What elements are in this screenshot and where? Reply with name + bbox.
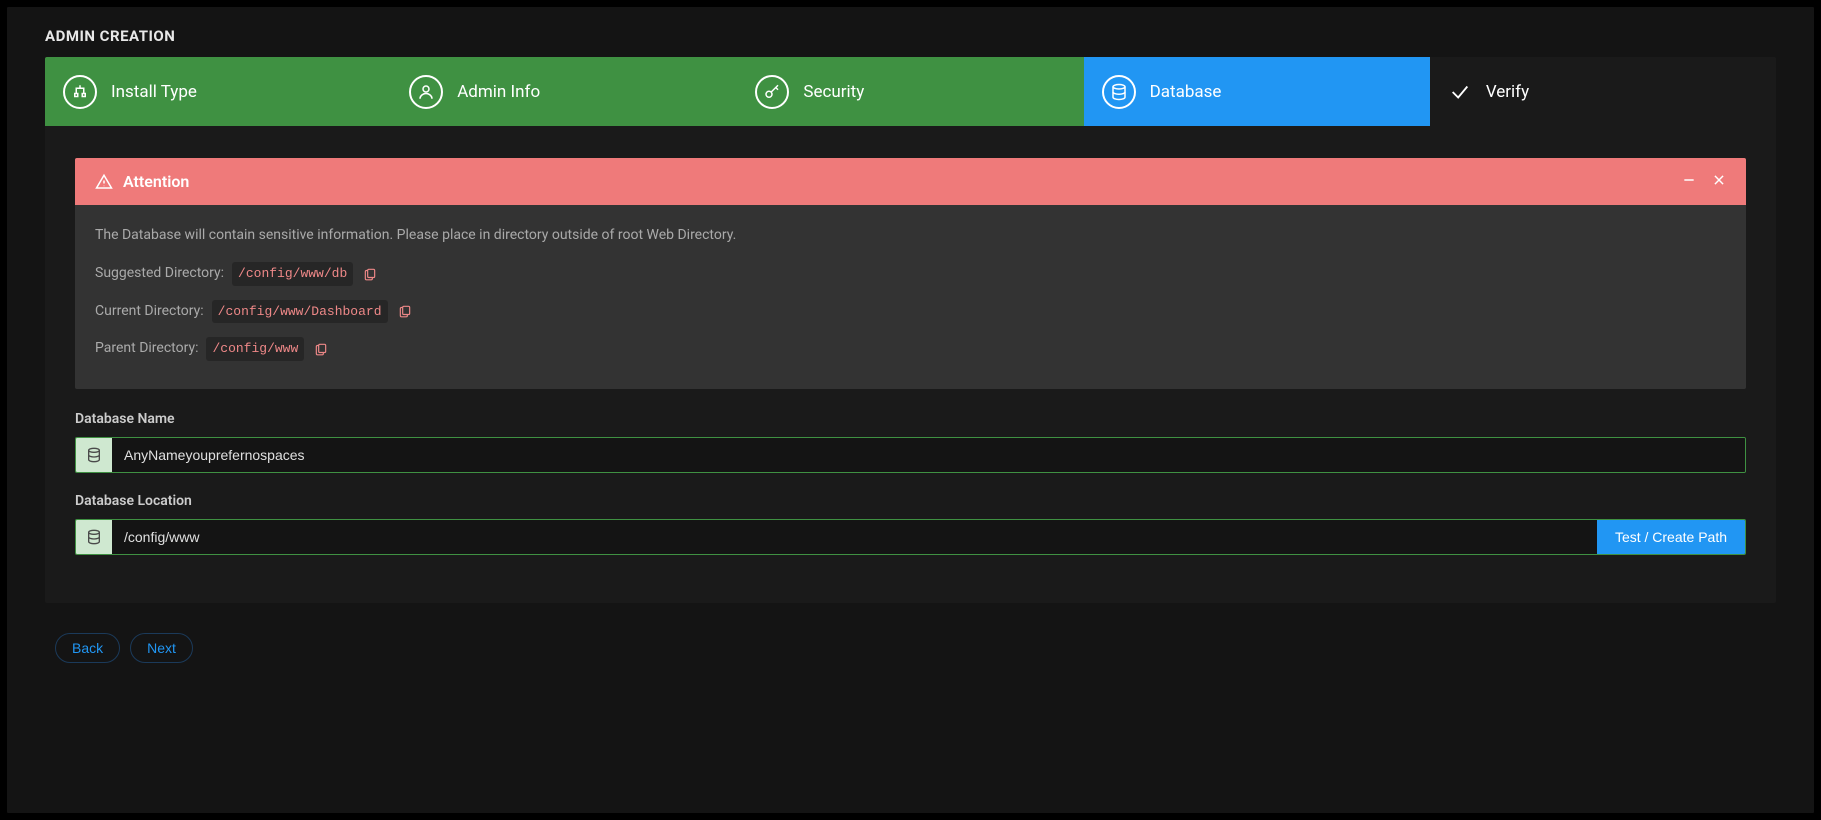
step-admin-info[interactable]: Admin Info: [391, 57, 737, 126]
parent-directory-row: Parent Directory: /config/www: [95, 337, 1726, 361]
install-type-icon: [63, 75, 97, 109]
database-name-input[interactable]: [112, 438, 1745, 472]
database-location-label: Database Location: [75, 493, 1746, 509]
parent-path: /config/www: [206, 337, 304, 361]
clipboard-icon[interactable]: [398, 304, 412, 318]
minimize-icon[interactable]: [1682, 172, 1696, 191]
step-security[interactable]: Security: [737, 57, 1083, 126]
database-icon: [76, 438, 112, 472]
step-label: Verify: [1486, 82, 1529, 102]
alert-message: The Database will contain sensitive info…: [95, 225, 1726, 246]
database-location-group: Database Location Test / Create Path: [75, 493, 1746, 555]
next-button[interactable]: Next: [130, 633, 193, 663]
suggested-label: Suggested Directory:: [95, 263, 224, 284]
alert-title: Attention: [123, 172, 189, 191]
clipboard-icon[interactable]: [363, 267, 377, 281]
app-frame: ADMIN CREATION Install Type Admin Info S…: [6, 6, 1815, 814]
suggested-path: /config/www/db: [232, 262, 353, 286]
suggested-directory-row: Suggested Directory: /config/www/db: [95, 262, 1726, 286]
alert-body: The Database will contain sensitive info…: [75, 205, 1746, 389]
back-button[interactable]: Back: [55, 633, 120, 663]
user-icon: [409, 75, 443, 109]
step-label: Security: [803, 82, 864, 102]
alert-actions: [1682, 172, 1726, 191]
step-database[interactable]: Database: [1084, 57, 1430, 126]
database-name-input-group: [75, 437, 1746, 473]
step-label: Database: [1150, 82, 1222, 102]
database-icon: [76, 520, 112, 554]
current-directory-row: Current Directory: /config/www/Dashboard: [95, 300, 1726, 324]
database-name-label: Database Name: [75, 411, 1746, 427]
wizard-card: Install Type Admin Info Security Databas…: [45, 57, 1776, 603]
clipboard-icon[interactable]: [314, 342, 328, 356]
content-area: Attention The Database will contain sens…: [45, 126, 1776, 603]
footer-buttons: Back Next: [45, 633, 1776, 663]
step-verify[interactable]: Verify: [1430, 57, 1776, 126]
database-icon: [1102, 75, 1136, 109]
database-location-input[interactable]: [112, 520, 1597, 554]
attention-alert: Attention The Database will contain sens…: [75, 158, 1746, 389]
step-label: Admin Info: [457, 82, 540, 102]
database-location-input-group: Test / Create Path: [75, 519, 1746, 555]
test-create-path-button[interactable]: Test / Create Path: [1597, 520, 1745, 554]
check-icon: [1448, 80, 1472, 104]
wizard-steps: Install Type Admin Info Security Databas…: [45, 57, 1776, 126]
parent-label: Parent Directory:: [95, 338, 198, 359]
page-title: ADMIN CREATION: [45, 27, 1776, 45]
step-label: Install Type: [111, 82, 197, 102]
current-label: Current Directory:: [95, 301, 204, 322]
alert-header: Attention: [75, 158, 1746, 205]
step-install-type[interactable]: Install Type: [45, 57, 391, 126]
database-name-group: Database Name: [75, 411, 1746, 473]
key-icon: [755, 75, 789, 109]
current-path: /config/www/Dashboard: [212, 300, 388, 324]
close-icon[interactable]: [1712, 172, 1726, 191]
warning-icon: [95, 173, 113, 191]
